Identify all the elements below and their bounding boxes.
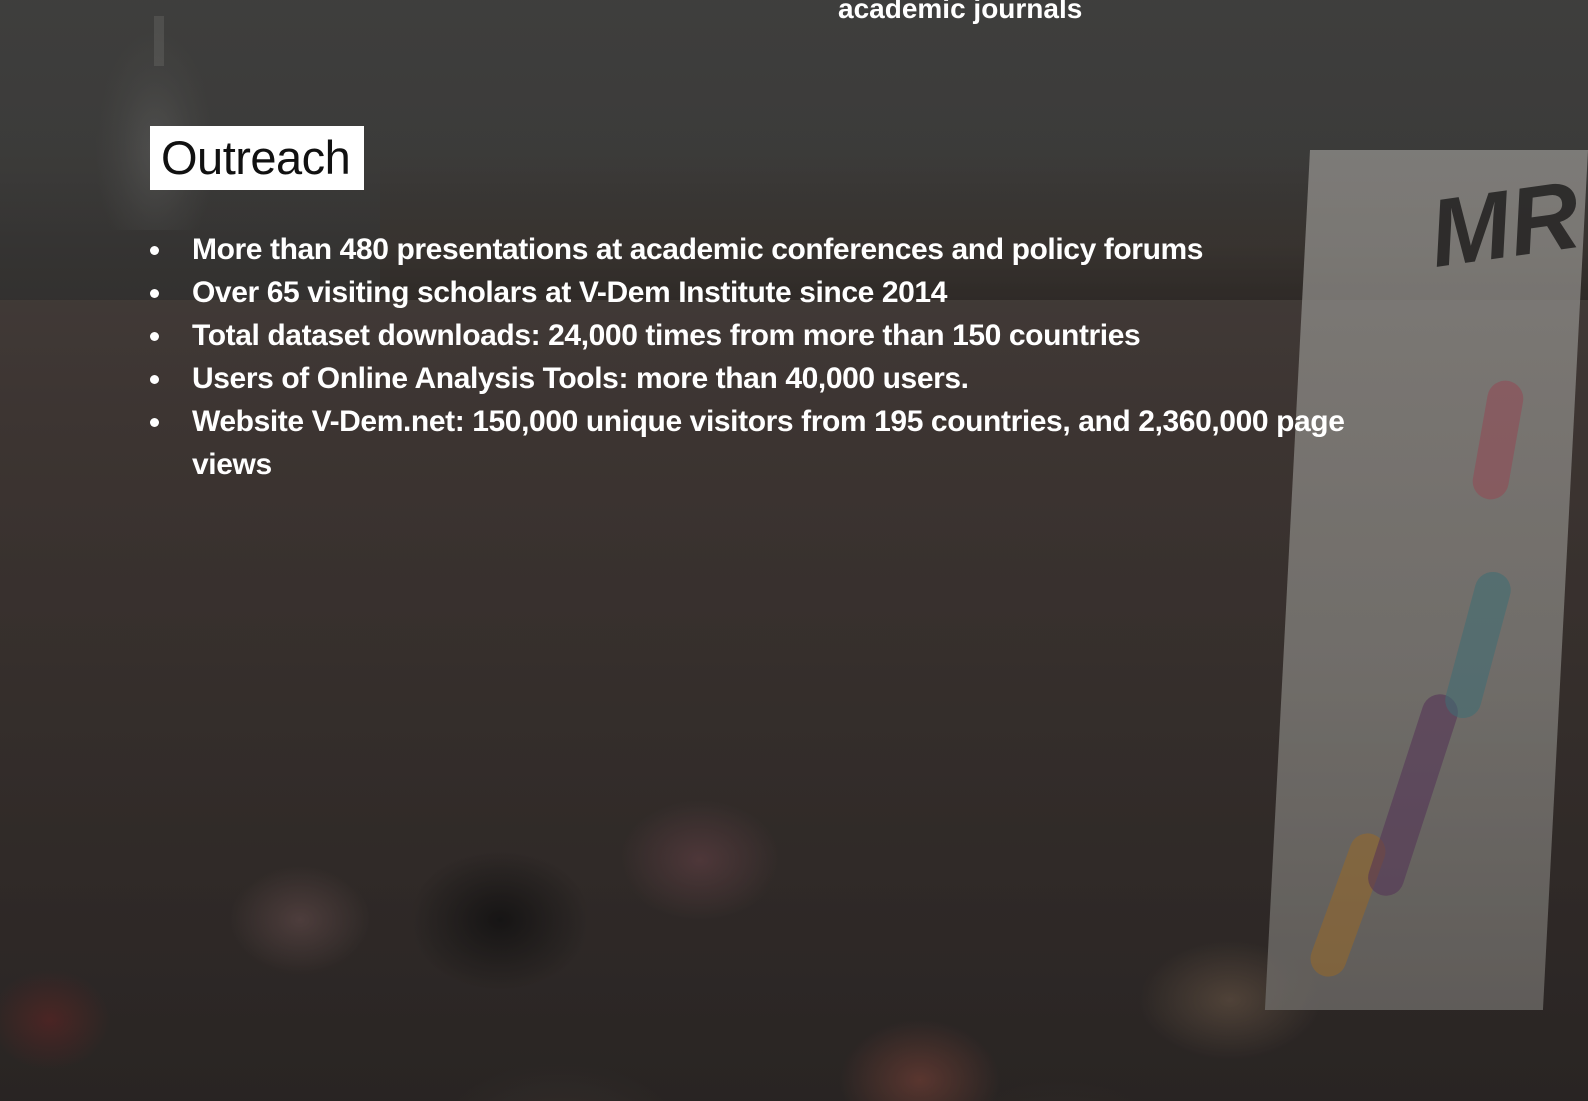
list-item-text: Total dataset downloads: 24,000 times fr… — [192, 319, 1141, 352]
list-item-text: Over 65 visiting scholars at V-Dem Insti… — [192, 276, 947, 309]
bullet-icon — [150, 418, 159, 427]
bullet-icon — [150, 246, 159, 255]
top-caption: academic journals — [838, 0, 1083, 24]
list-item: Website V-Dem.net: 150,000 unique visito… — [150, 400, 1390, 486]
list-item: More than 480 presentations at academic … — [150, 228, 1390, 271]
bullet-icon — [150, 332, 159, 341]
bullet-icon — [150, 375, 159, 384]
list-item: Total dataset downloads: 24,000 times fr… — [150, 314, 1390, 357]
section-title-box: Outreach — [150, 126, 365, 190]
bullet-icon — [150, 289, 159, 298]
outreach-stats-list: More than 480 presentations at academic … — [150, 228, 1390, 486]
list-item-text: Website V-Dem.net: 150,000 unique visito… — [192, 405, 1345, 481]
list-item-text: Users of Online Analysis Tools: more tha… — [192, 362, 969, 395]
list-item-text: More than 480 presentations at academic … — [192, 233, 1204, 266]
section-title: Outreach — [161, 131, 351, 184]
list-item: Users of Online Analysis Tools: more tha… — [150, 357, 1390, 400]
list-item: Over 65 visiting scholars at V-Dem Insti… — [150, 271, 1390, 314]
